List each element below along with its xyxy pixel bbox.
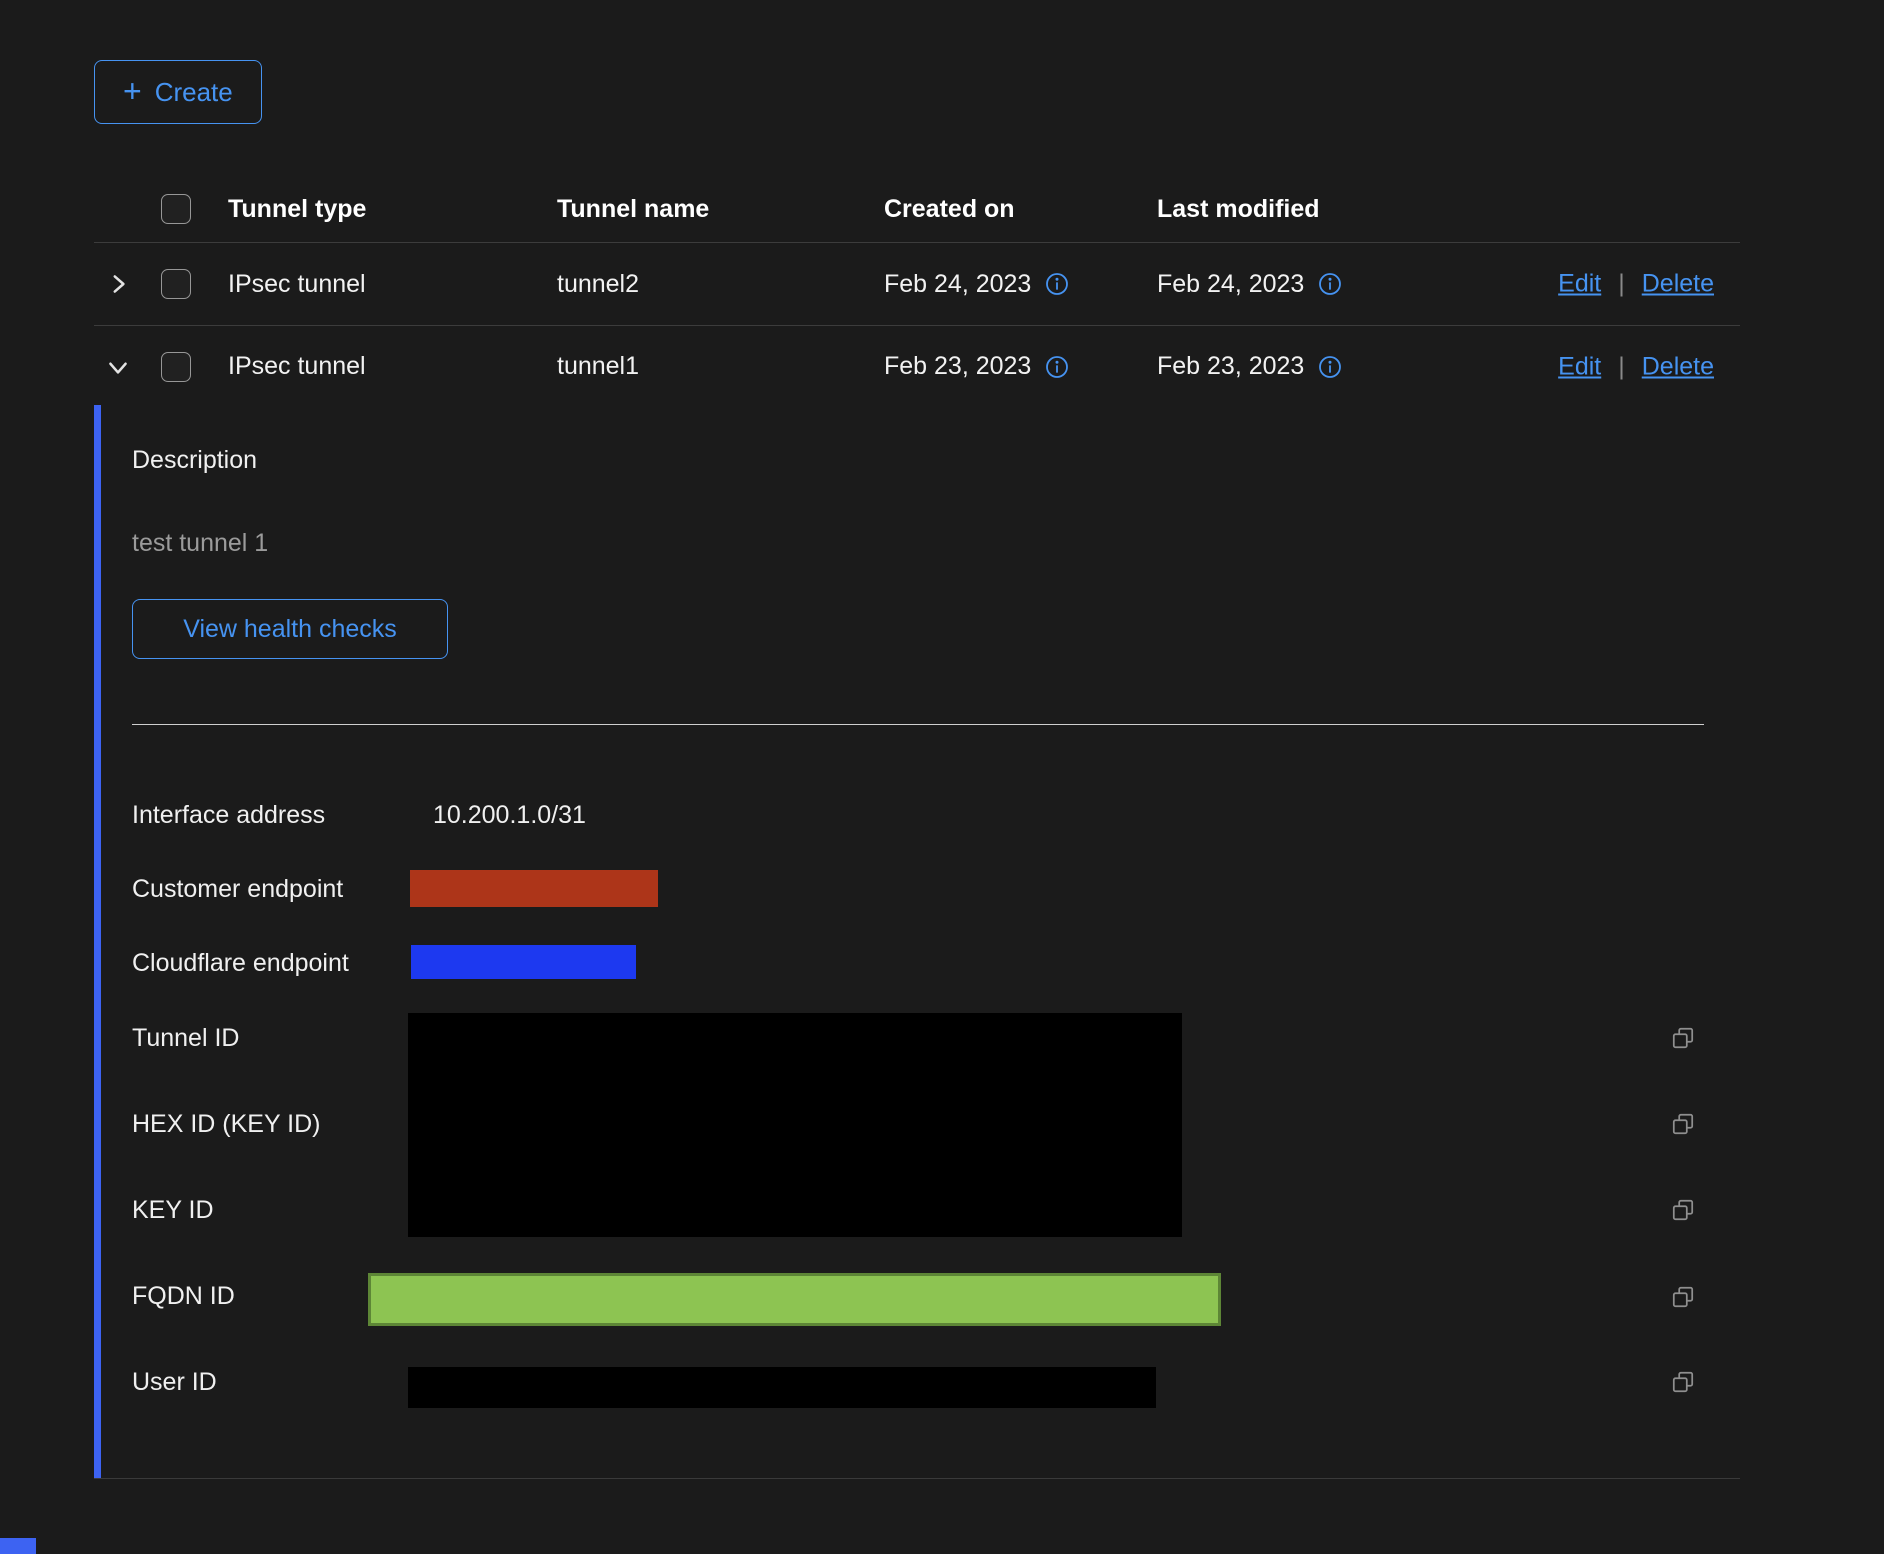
copy-icon[interactable] <box>1670 1284 1696 1310</box>
bottom-edge-accent <box>0 1538 36 1554</box>
header-last-modified: Last modified <box>1157 195 1740 224</box>
copy-icon[interactable] <box>1670 1369 1696 1395</box>
info-icon[interactable] <box>1318 355 1342 379</box>
last-modified-cell: Feb 23, 2023 <box>1157 352 1304 381</box>
tunnel-type-cell: IPsec tunnel <box>228 352 557 381</box>
delete-link[interactable]: Delete <box>1642 270 1714 299</box>
tunnel-id-label: Tunnel ID <box>132 1021 239 1055</box>
tunnels-page: + Create Tunnel type Tunnel name Created… <box>0 0 1884 1554</box>
tunnel-name-cell: tunnel2 <box>557 270 884 299</box>
user-id-redaction <box>408 1367 1156 1408</box>
tunnel-id-redaction <box>408 1013 1182 1237</box>
tunnels-table: Tunnel type Tunnel name Created on Last … <box>94 176 1740 407</box>
tunnel-name-cell: tunnel1 <box>557 352 884 381</box>
collapse-chevron-down-icon[interactable] <box>104 353 132 381</box>
table-row: IPsec tunnel tunnel2 Feb 24, 2023 Feb 24… <box>94 243 1740 326</box>
fqdn-id-label: FQDN ID <box>132 1279 235 1313</box>
header-tunnel-name: Tunnel name <box>557 195 884 224</box>
copy-icon[interactable] <box>1670 1197 1696 1223</box>
header-tunnel-type: Tunnel type <box>228 195 557 224</box>
user-id-label: User ID <box>132 1365 217 1399</box>
delete-link[interactable]: Delete <box>1642 352 1714 381</box>
expand-chevron-right-icon[interactable] <box>104 270 132 298</box>
edit-link[interactable]: Edit <box>1558 352 1601 381</box>
edit-link[interactable]: Edit <box>1558 270 1601 299</box>
hex-id-label: HEX ID (KEY ID) <box>132 1107 320 1141</box>
create-button-label: Create <box>155 77 233 108</box>
interface-address-value: 10.200.1.0/31 <box>433 798 586 832</box>
tunnel-details-panel: Description test tunnel 1 View health ch… <box>94 405 1740 1479</box>
table-row: IPsec tunnel tunnel1 Feb 23, 2023 Feb 23… <box>94 326 1740 407</box>
description-label: Description <box>132 443 257 477</box>
expanded-row-accent-bar <box>94 405 101 1478</box>
create-button[interactable]: + Create <box>94 60 262 124</box>
fqdn-id-redaction <box>368 1273 1221 1326</box>
actions-separator: | <box>1618 352 1625 381</box>
key-id-label: KEY ID <box>132 1193 214 1227</box>
created-on-cell: Feb 24, 2023 <box>884 270 1031 299</box>
row-checkbox[interactable] <box>161 352 191 382</box>
copy-icon[interactable] <box>1670 1111 1696 1137</box>
cloudflare-endpoint-label: Cloudflare endpoint <box>132 946 349 980</box>
info-icon[interactable] <box>1045 272 1069 296</box>
plus-icon: + <box>123 75 142 107</box>
view-health-checks-button[interactable]: View health checks <box>132 599 448 659</box>
info-icon[interactable] <box>1318 272 1342 296</box>
info-icon[interactable] <box>1045 355 1069 379</box>
customer-endpoint-label: Customer endpoint <box>132 872 343 906</box>
select-all-checkbox[interactable] <box>161 194 191 224</box>
panel-divider <box>132 724 1704 725</box>
table-header-row: Tunnel type Tunnel name Created on Last … <box>94 176 1740 243</box>
tunnel-type-cell: IPsec tunnel <box>228 270 557 299</box>
cloudflare-endpoint-redaction <box>411 945 636 979</box>
copy-icon[interactable] <box>1670 1025 1696 1051</box>
interface-address-label: Interface address <box>132 798 325 832</box>
row-checkbox[interactable] <box>161 269 191 299</box>
actions-separator: | <box>1618 270 1625 299</box>
created-on-cell: Feb 23, 2023 <box>884 352 1031 381</box>
header-created-on: Created on <box>884 195 1157 224</box>
customer-endpoint-redaction <box>410 870 658 907</box>
last-modified-cell: Feb 24, 2023 <box>1157 270 1304 299</box>
description-value: test tunnel 1 <box>132 526 268 560</box>
